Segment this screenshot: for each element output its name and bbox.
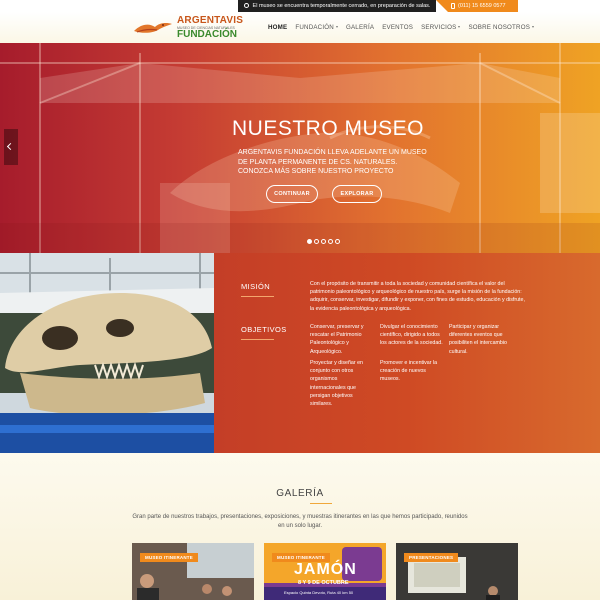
main-nav: HOME FUNDACIÓN GALERÍA EVENTOS SERVICIOS… (268, 12, 535, 43)
site-logo[interactable]: ARGENTAVIS MUSEO DE CIENCIAS NATURALES F… (133, 14, 243, 42)
gallery-title: GALERÍA (276, 488, 324, 499)
poster-date: 8 Y 9 DE OCTUBRE (298, 580, 349, 586)
skull-illustration (0, 253, 214, 453)
mision-text: Con el propósito de transmitir a toda la… (310, 281, 525, 312)
mision-heading: MISIÓN (241, 282, 271, 291)
hero-prev-arrow[interactable] (4, 129, 18, 165)
gallery-card-tag: PRESENTACIONES (404, 553, 459, 562)
gallery-section: GALERÍA Gran parte de nuestros trabajos,… (0, 453, 600, 600)
hero-title: NUESTRO MUSEO (232, 117, 425, 140)
objective-item: Promover e incentivar la creación de nue… (380, 360, 438, 383)
logo-title: ARGENTAVIS (177, 15, 244, 26)
slider-dots (307, 239, 340, 244)
objective-item: Conservar, preservar y rescatar el Patri… (310, 324, 364, 355)
phone-number: (011) 15 6559 0577 (458, 3, 506, 9)
nav-sobre-nosotros-label: SOBRE NOSOTROS (468, 24, 531, 31)
dinosaur-skull-photo (0, 253, 214, 453)
mission-panel: MISIÓN Con el propósito de transmitir a … (214, 253, 600, 453)
gallery-card-tag: MUSEO ITINERANTE (140, 553, 198, 562)
nav-servicios-label: SERVICIOS (421, 24, 457, 31)
top-bar: El museo se encuentra temporalmente cerr… (0, 0, 600, 12)
gallery-card[interactable]: PRESENTACIONES (396, 543, 518, 600)
slider-dot[interactable] (321, 239, 326, 244)
phone-tab-corner (436, 0, 448, 12)
nav-eventos[interactable]: EVENTOS (382, 24, 413, 31)
poster-place: Espacio Quinta Devoto, Ruta 40 km 50 (284, 590, 354, 595)
gallery-description: Gran parte de nuestros trabajos, present… (132, 514, 468, 529)
nav-home[interactable]: HOME (268, 24, 287, 31)
hero-slider: NUESTRO MUSEO ARGENTAVIS FUNDACIÓN LLEVA… (0, 43, 600, 253)
gallery-card-photo (396, 543, 518, 600)
nav-servicios[interactable]: SERVICIOS (421, 24, 461, 31)
gallery-card[interactable]: MUSEO ITINERANTE (132, 543, 254, 600)
nav-galeria[interactable]: GALERÍA (346, 24, 374, 31)
slider-dot[interactable] (328, 239, 333, 244)
poster-headline: JAMÓN (294, 561, 357, 578)
explorar-button[interactable]: EXPLORAR (332, 185, 382, 203)
objetivos-heading: OBJETIVOS (241, 325, 287, 334)
condor-logo-icon (134, 23, 172, 33)
objetivos-underline (241, 339, 274, 340)
gallery-card-photo (132, 543, 254, 600)
phone-icon (451, 3, 455, 9)
hero-description: ARGENTAVIS FUNDACIÓN LLEVA ADELANTE UN M… (238, 149, 427, 175)
nav-sobre-nosotros[interactable]: SOBRE NOSOTROS (468, 24, 535, 31)
phone-link[interactable]: (011) 15 6559 0577 (448, 0, 518, 12)
logo-foundation: FUNDACIÓN (177, 29, 237, 40)
slider-dot[interactable] (335, 239, 340, 244)
nav-fundacion[interactable]: FUNDACIÓN (295, 24, 338, 31)
gallery-card[interactable]: MUSEO ITINERANTE JAMÓN 8 Y 9 DE OCTUBRE … (264, 543, 386, 600)
notice-text: El museo se encuentra temporalmente cerr… (252, 3, 431, 9)
chevron-down-icon (458, 26, 461, 28)
site-header: ARGENTAVIS MUSEO DE CIENCIAS NATURALES F… (0, 12, 600, 43)
chevron-down-icon (532, 26, 535, 28)
slider-dot[interactable] (307, 239, 312, 244)
chevron-left-icon (6, 142, 15, 151)
slider-dot[interactable] (314, 239, 319, 244)
continuar-button[interactable]: CONTINUAR (266, 185, 318, 203)
gallery-title-underline (310, 503, 332, 504)
mision-underline (241, 296, 274, 297)
nav-fundacion-label: FUNDACIÓN (295, 24, 334, 31)
objective-item: Divulgar el conocimiento científico, dir… (380, 324, 443, 347)
clock-icon (244, 3, 249, 8)
objective-item: Proyectar y diseñar en conjunto con otro… (310, 360, 363, 408)
notice-bar: El museo se encuentra temporalmente cerr… (238, 0, 436, 12)
mission-section: MISIÓN Con el propósito de transmitir a … (0, 253, 600, 453)
objective-item: Participar y organizar diferentes evento… (449, 324, 508, 355)
chevron-down-icon (335, 26, 338, 28)
